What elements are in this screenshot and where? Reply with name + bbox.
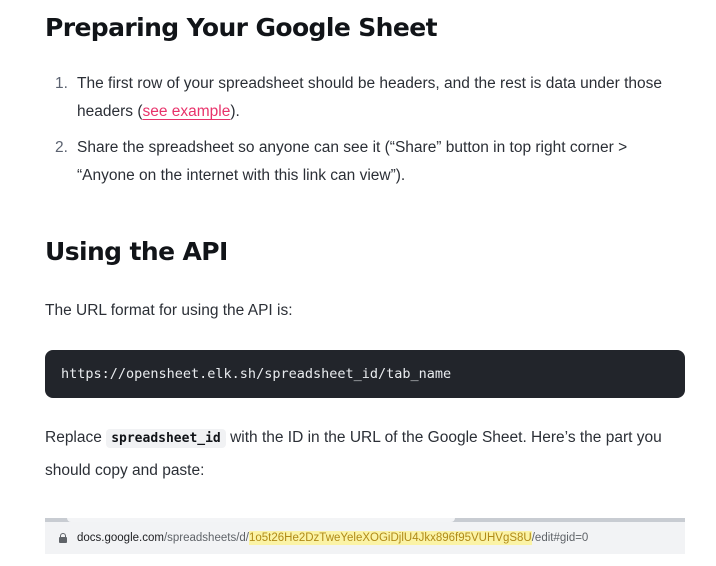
step-text-end: ).	[230, 103, 240, 120]
url-path-suffix: /edit#gid=0	[531, 532, 589, 544]
lock-icon	[59, 533, 67, 543]
section-heading-preparing: Preparing Your Google Sheet	[45, 13, 438, 42]
replace-text-before: Replace	[45, 429, 107, 446]
step-text: Share the spreadsheet so anyone can see …	[77, 139, 628, 184]
list-number: 2.	[55, 139, 68, 156]
replace-paragraph: Replace spreadsheet_id with the ID in th…	[45, 422, 685, 487]
steps-list: 1. The first row of your spreadsheet sho…	[45, 70, 685, 198]
url-path-prefix: /spreadsheets/d/	[163, 532, 249, 544]
list-number: 1.	[55, 75, 68, 92]
url-format-text: The URL format for using the API is:	[45, 302, 293, 319]
address-bar: docs.google.com/spreadsheets/d/1o5t26He2…	[45, 522, 685, 554]
list-item: 1. The first row of your spreadsheet sho…	[45, 70, 685, 126]
url-bar-screenshot: docs.google.com/spreadsheets/d/1o5t26He2…	[45, 518, 685, 554]
see-example-link[interactable]: see example	[142, 103, 230, 120]
url-sheet-id: 1o5t26He2DzTweYeleXOGiDjlU4Jkx896f95VUHV…	[248, 531, 532, 545]
code-block[interactable]: https://opensheet.elk.sh/spreadsheet_id/…	[45, 350, 685, 398]
inline-code-spreadsheet-id: spreadsheet_id	[106, 429, 226, 448]
code-url-format: https://opensheet.elk.sh/spreadsheet_id/…	[61, 366, 452, 382]
list-item: 2. Share the spreadsheet so anyone can s…	[45, 134, 685, 190]
section-heading-using-api: Using the API	[45, 237, 228, 266]
url-domain: docs.google.com	[77, 532, 164, 544]
